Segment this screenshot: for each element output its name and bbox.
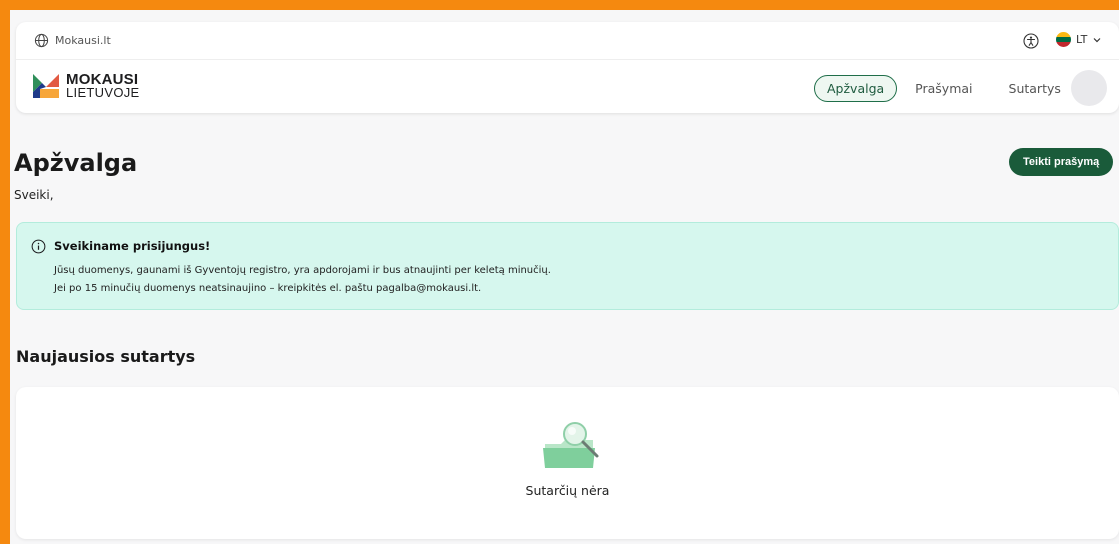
alert-text-line-1: Jūsų duomenys, gaunami iš Gyventojų regi… [54,265,551,276]
contracts-empty-state: Sutarčių nėra [16,387,1119,539]
nav-item-apzvalga[interactable]: Apžvalga [814,75,898,102]
section-title-contracts: Naujausios sutartys [16,347,196,366]
site-link-label: Mokausi.lt [55,34,111,47]
empty-folder-search-icon [543,422,599,468]
chevron-down-icon [1093,37,1101,42]
empty-state-text: Sutarčių nėra [525,483,610,498]
language-label: LT [1076,33,1088,46]
info-icon [31,239,46,254]
greeting-text: Sveiki, [14,188,54,202]
logo-text-secondary: LIETUVOJE [66,85,140,100]
logo-mark-icon [33,74,59,98]
avatar[interactable] [1071,70,1107,106]
lithuania-flag-icon [1056,32,1071,47]
alert-title: Sveikiname prisijungus! [54,239,211,253]
accessibility-icon[interactable] [1023,33,1039,49]
main-nav: Apžvalga Prašymai Sutartys [814,75,1073,102]
page-title: Apžvalga [14,149,138,177]
welcome-alert: Sveikiname prisijungus! Jūsų duomenys, g… [16,222,1119,310]
top-bar: Mokausi.lt LT [16,22,1119,60]
site-header: Mokausi.lt LT MOKAUSI LIETUVOJE Apžvalga [16,22,1119,113]
alert-text-line-2: Jei po 15 minučių duomenys neatsinaujino… [54,283,482,294]
globe-icon [34,33,49,48]
nav-item-prasymai[interactable]: Prašymai [903,76,984,101]
submit-request-button[interactable]: Teikti prašymą [1009,148,1114,176]
logo[interactable]: MOKAUSI LIETUVOJE [32,72,140,100]
nav-item-sutartys[interactable]: Sutartys [997,76,1073,101]
window-frame-left [0,0,10,544]
site-link[interactable]: Mokausi.lt [34,33,111,48]
language-selector[interactable]: LT [1056,32,1102,47]
window-frame-top [0,0,1119,10]
